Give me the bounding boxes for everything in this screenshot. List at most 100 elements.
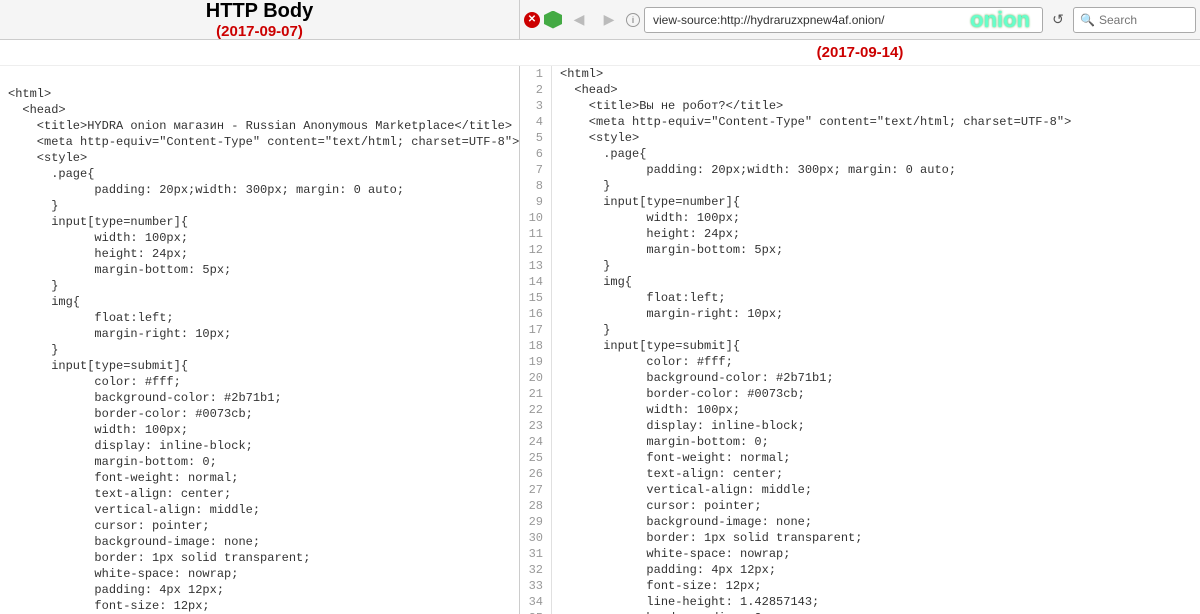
code-line: } (8, 342, 58, 358)
table-row: 7 padding: 20px;width: 300px; margin: 0 … (520, 162, 1200, 178)
code-line: } (560, 258, 610, 274)
line-number: 23 (520, 418, 552, 434)
table-row: border: 1px solid transparent; (0, 550, 519, 566)
left-panel-header: HTTP Body (2017-09-07) (0, 0, 520, 39)
code-line: color: #fff; (8, 374, 181, 390)
line-number: 16 (520, 306, 552, 322)
info-icon[interactable]: i (626, 13, 640, 27)
back-button[interactable]: ◀ (566, 7, 592, 33)
code-line: margin-bottom: 5px; (8, 262, 231, 278)
code-line: width: 100px; (560, 402, 740, 418)
onion-badge: onion (970, 7, 1030, 33)
code-line: height: 24px; (8, 246, 188, 262)
code-line: input[type=number]{ (8, 214, 188, 230)
line-number: 7 (520, 162, 552, 178)
line-number: 32 (520, 562, 552, 578)
code-line: input[type=submit]{ (560, 338, 740, 354)
code-line: border-color: #0073cb; (8, 406, 253, 422)
table-row: white-space: nowrap; (0, 566, 519, 582)
table-row: margin-right: 10px; (0, 326, 519, 342)
line-number: 2 (520, 82, 552, 98)
line-number: 12 (520, 242, 552, 258)
code-line: vertical-align: middle; (8, 502, 260, 518)
code-line: background-color: #2b71b1; (8, 390, 282, 406)
table-row: font-weight: normal; (0, 470, 519, 486)
line-number: 17 (520, 322, 552, 338)
table-row: background-image: none; (0, 534, 519, 550)
line-number: 1 (520, 66, 552, 82)
line-number: 19 (520, 354, 552, 370)
reload-button[interactable]: ↺ (1047, 9, 1069, 31)
left-panel-title: HTTP Body (206, 0, 313, 23)
code-line: margin-right: 10px; (8, 326, 231, 342)
code-line: height: 24px; (560, 226, 740, 242)
browser-navbar: ✕ ◀ ▶ i view-source:http://hydraruzxpnew… (520, 0, 1200, 39)
forward-button[interactable]: ▶ (596, 7, 622, 33)
line-number: 3 (520, 98, 552, 114)
code-line: } (560, 322, 610, 338)
code-line: .page{ (560, 146, 646, 162)
table-row: 15 float:left; (520, 290, 1200, 306)
table-row: vertical-align: middle; (0, 502, 519, 518)
code-line: white-space: nowrap; (560, 546, 790, 562)
table-row: 23 display: inline-block; (520, 418, 1200, 434)
table-row: text-align: center; (0, 486, 519, 502)
code-line: padding: 20px;width: 300px; margin: 0 au… (560, 162, 956, 178)
stop-icon[interactable]: ✕ (524, 12, 540, 28)
line-number: 24 (520, 434, 552, 450)
code-line: } (560, 178, 610, 194)
table-row: } (0, 198, 519, 214)
address-bar[interactable]: view-source:http://hydraruzxpnew4af.onio… (644, 7, 1043, 33)
table-row: img{ (0, 294, 519, 310)
code-line: display: inline-block; (560, 418, 805, 434)
right-panel: 1<html>2 <head>3 <title>Вы не робот?</ti… (520, 66, 1200, 614)
code-line: background-image: none; (560, 514, 812, 530)
table-row: 13 } (520, 258, 1200, 274)
search-box[interactable]: 🔍 (1073, 7, 1196, 33)
table-row: cursor: pointer; (0, 518, 519, 534)
table-row: 32 padding: 4px 12px; (520, 562, 1200, 578)
table-row: height: 24px; (0, 246, 519, 262)
code-line: <head> (8, 102, 66, 118)
search-icon: 🔍 (1080, 13, 1095, 27)
table-row: } (0, 278, 519, 294)
code-line: line-height: 1.42857143; (560, 594, 819, 610)
search-input[interactable] (1099, 13, 1189, 27)
table-row: } (0, 342, 519, 358)
table-row: display: inline-block; (0, 438, 519, 454)
code-line: <title>HYDRA onion магазин - Russian Ano… (8, 118, 512, 134)
code-line: } (8, 278, 58, 294)
table-row: 28 cursor: pointer; (520, 498, 1200, 514)
table-row: font-size: 12px; (0, 598, 519, 614)
code-line: margin-bottom: 5px; (560, 242, 783, 258)
line-number: 28 (520, 498, 552, 514)
table-row: color: #fff; (0, 374, 519, 390)
table-row: 2 <head> (520, 82, 1200, 98)
line-number: 14 (520, 274, 552, 290)
line-number: 20 (520, 370, 552, 386)
table-row: 17 } (520, 322, 1200, 338)
table-row: padding: 4px 12px; (0, 582, 519, 598)
line-number: 9 (520, 194, 552, 210)
code-line: width: 100px; (8, 422, 188, 438)
table-row: 16 margin-right: 10px; (520, 306, 1200, 322)
code-line: background-image: none; (8, 534, 260, 550)
url-text: view-source:http://hydraruzxpnew4af.onio… (653, 13, 962, 27)
table-row: 11 height: 24px; (520, 226, 1200, 242)
code-line: } (8, 198, 58, 214)
code-line: padding: 4px 12px; (560, 562, 776, 578)
code-line: border: 1px solid transparent; (8, 550, 310, 566)
code-line: float:left; (8, 310, 174, 326)
left-code-view: <html> <head> <title>HYDRA onion магазин… (0, 66, 519, 614)
table-row: 27 vertical-align: middle; (520, 482, 1200, 498)
table-row: 34 line-height: 1.42857143; (520, 594, 1200, 610)
code-line: white-space: nowrap; (8, 566, 238, 582)
code-line: padding: 4px 12px; (8, 582, 224, 598)
table-row: 6 .page{ (520, 146, 1200, 162)
line-number: 35 (520, 610, 552, 614)
table-row: width: 100px; (0, 230, 519, 246)
table-row: 5 <style> (520, 130, 1200, 146)
code-line: vertical-align: middle; (560, 482, 812, 498)
line-number: 4 (520, 114, 552, 130)
code-line: margin-bottom: 0; (560, 434, 769, 450)
